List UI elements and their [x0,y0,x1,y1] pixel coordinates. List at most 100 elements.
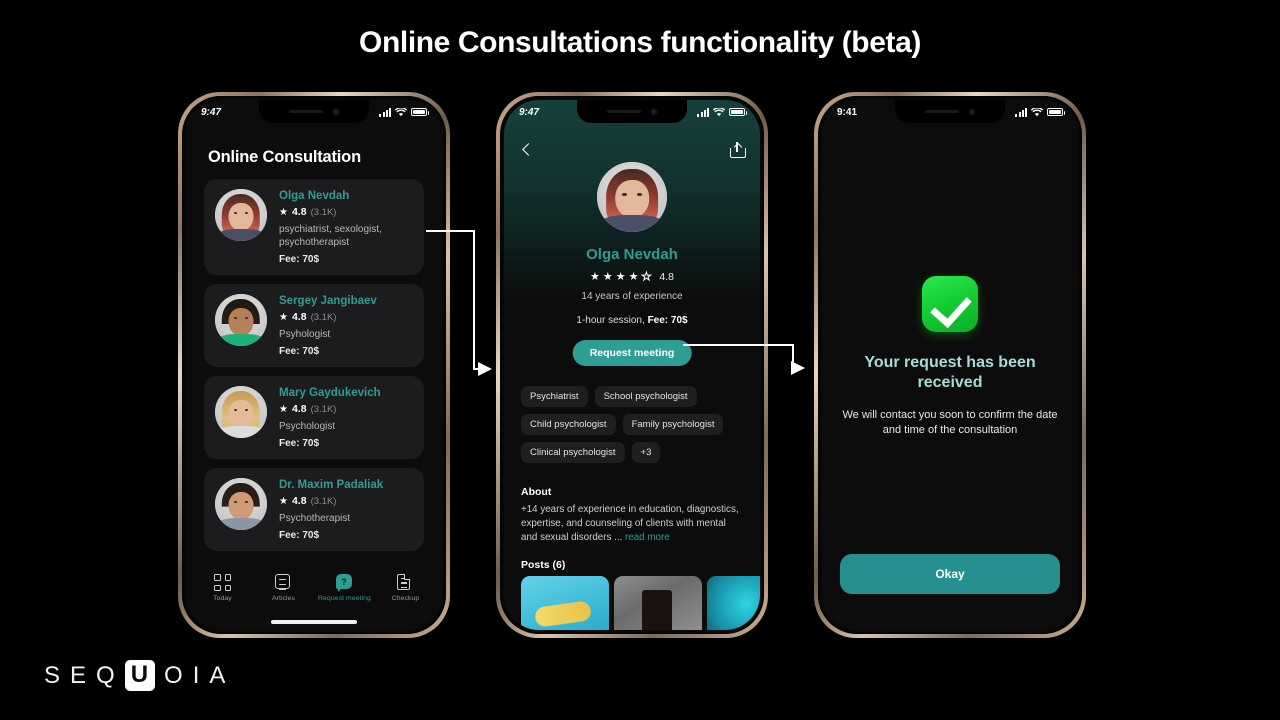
tab-checkup[interactable]: Checkup [376,574,436,602]
star-icon: ★ [279,403,288,415]
doctor-card[interactable]: Olga Nevdah ★ 4.8 (3.1K) psychiatrist, s… [204,179,424,275]
wifi-icon [713,107,725,116]
review-count: (3.1K) [310,206,337,218]
review-count: (3.1K) [310,495,337,507]
request-meeting-button[interactable]: Request meeting [572,340,692,366]
logo-letter-highlight: U [124,660,156,691]
home-indicator[interactable] [271,620,357,624]
camera-icon [651,108,657,115]
doctor-specialty: Psychotherapist [279,513,351,524]
doctor-card[interactable]: Mary Gaydukevich ★ 4.8 (3.1K) Psychologi… [204,376,424,459]
star-outline-icon: ★ [641,271,652,284]
rating-value: 4.8 [291,403,307,415]
chat-question-icon: ? [336,574,353,592]
read-more-link[interactable]: read more [625,532,670,543]
document-icon [397,574,414,591]
notch [259,100,369,123]
arrowhead-2 [791,361,805,375]
logo-letter: A [209,661,227,689]
phone-list-screen: 9:47 Online Consultation Olga Nevdah ★ 4… [178,92,450,638]
doctor-card[interactable]: Dr. Maxim Padaliak ★ 4.8 (3.1K) Psychoth… [204,468,424,551]
phone3-bezel: 9:41 Your request has been received We w… [818,96,1082,634]
doctor-specialty: Psychologist [279,421,336,432]
profile-name: Olga Nevdah [586,246,678,263]
rating-value: 4.8 [659,270,674,283]
star-icon: ★ [628,271,639,283]
logo-letter: O [164,661,184,689]
speaker-icon [289,110,323,113]
logo-letter: Q [96,661,116,689]
battery-icon [411,108,429,116]
okay-button[interactable]: Okay [840,554,1060,594]
doctor-specialty: Psyhologist [279,329,331,340]
doctor-fee: Fee: 70$ [279,530,320,541]
posts-heading: Posts (6) [521,559,566,571]
specialty-tag-list: Psychiatrist School psychologist Child p… [521,386,743,463]
star-icon: ★ [279,206,288,218]
tab-label: Checkup [391,595,420,602]
status-indicators [697,107,747,117]
page-heading: Online Consultation [208,148,361,166]
confirmation-title: Your request has been received [864,354,1036,392]
specialty-tag-more[interactable]: +3 [631,442,661,463]
doctor-fee: Fee: 70$ [279,254,320,265]
confirmation-subtitle: We will contact you soon to confirm the … [842,409,1058,437]
profile-nav-bar [504,142,760,158]
review-count: (3.1K) [310,311,337,323]
specialty-tag[interactable]: Psychiatrist [521,386,588,407]
specialty-tag[interactable]: Family psychologist [622,414,724,435]
phone2-bezel: 9:47 Olga Nevdah ★ ★ ★ ★ ★ 4.8 14 years … [500,96,764,634]
cellular-bars-icon [1015,107,1027,117]
logo-letter: S [44,661,62,689]
post-thumbnail-2[interactable] [614,576,702,630]
page-title: Online Consultations functionality (beta… [359,26,921,59]
doctor-name: Olga Nevdah [279,190,350,202]
tab-today[interactable]: Today [193,574,253,602]
review-count: (3.1K) [310,403,337,415]
doctor-specialty: psychiatrist, sexologist, psychotherapis… [279,224,382,248]
logo-letter: E [70,661,88,689]
post-thumbnail-3[interactable] [707,576,760,630]
doctor-rating: ★ 4.8 (3.1K) [279,206,413,218]
phone1-bezel: 9:47 Online Consultation Olga Nevdah ★ 4… [182,96,446,634]
article-icon [275,574,292,591]
avatar [215,386,267,438]
doctor-rating: ★ 4.8 (3.1K) [279,495,413,507]
posts-gallery [521,576,760,630]
tab-label: Articles [271,595,296,602]
post-thumbnail-1[interactable] [521,576,609,630]
wifi-icon [1031,107,1043,116]
doctor-info: Dr. Maxim Padaliak ★ 4.8 (3.1K) Psychoth… [279,478,413,541]
chevron-left-icon[interactable] [520,144,533,157]
avatar [215,478,267,530]
doctor-name: Sergey Jangibaev [279,295,377,307]
arrowhead-1 [478,362,492,376]
green-checkmark-icon [922,276,978,332]
specialty-tag[interactable]: Child psychologist [521,414,616,435]
profile-experience: 14 years of experience [581,291,683,302]
doctor-rating: ★ 4.8 (3.1K) [279,403,413,415]
speaker-icon [607,110,641,113]
tab-label: Request meeting [318,595,371,602]
tab-request-meeting[interactable]: ? Request meeting [315,574,375,602]
tab-articles[interactable]: Articles [254,574,314,602]
about-heading: About [521,486,552,498]
notch [577,100,687,123]
doctor-card[interactable]: Sergey Jangibaev ★ 4.8 (3.1K) Psyhologis… [204,284,424,367]
doctor-info: Sergey Jangibaev ★ 4.8 (3.1K) Psyhologis… [279,294,413,357]
session-prefix: 1-hour session, [576,315,648,326]
specialty-tag[interactable]: Clinical psychologist [521,442,625,463]
session-fee: Fee: 70$ [647,315,688,326]
status-indicators [1015,107,1065,117]
doctor-rating: ★ 4.8 (3.1K) [279,311,413,323]
star-icon: ★ [279,495,288,507]
specialty-tag[interactable]: School psychologist [594,386,697,407]
doctor-info: Mary Gaydukevich ★ 4.8 (3.1K) Psychologi… [279,386,413,449]
rating-value: 4.8 [291,206,307,218]
phone-profile-screen: 9:47 Olga Nevdah ★ ★ ★ ★ ★ 4.8 14 years … [496,92,768,638]
status-time: 9:47 [519,106,540,118]
share-icon[interactable] [730,142,746,158]
doctor-list: Olga Nevdah ★ 4.8 (3.1K) psychiatrist, s… [204,179,424,560]
rating-value: 4.8 [291,311,307,323]
status-time: 9:47 [201,106,222,118]
